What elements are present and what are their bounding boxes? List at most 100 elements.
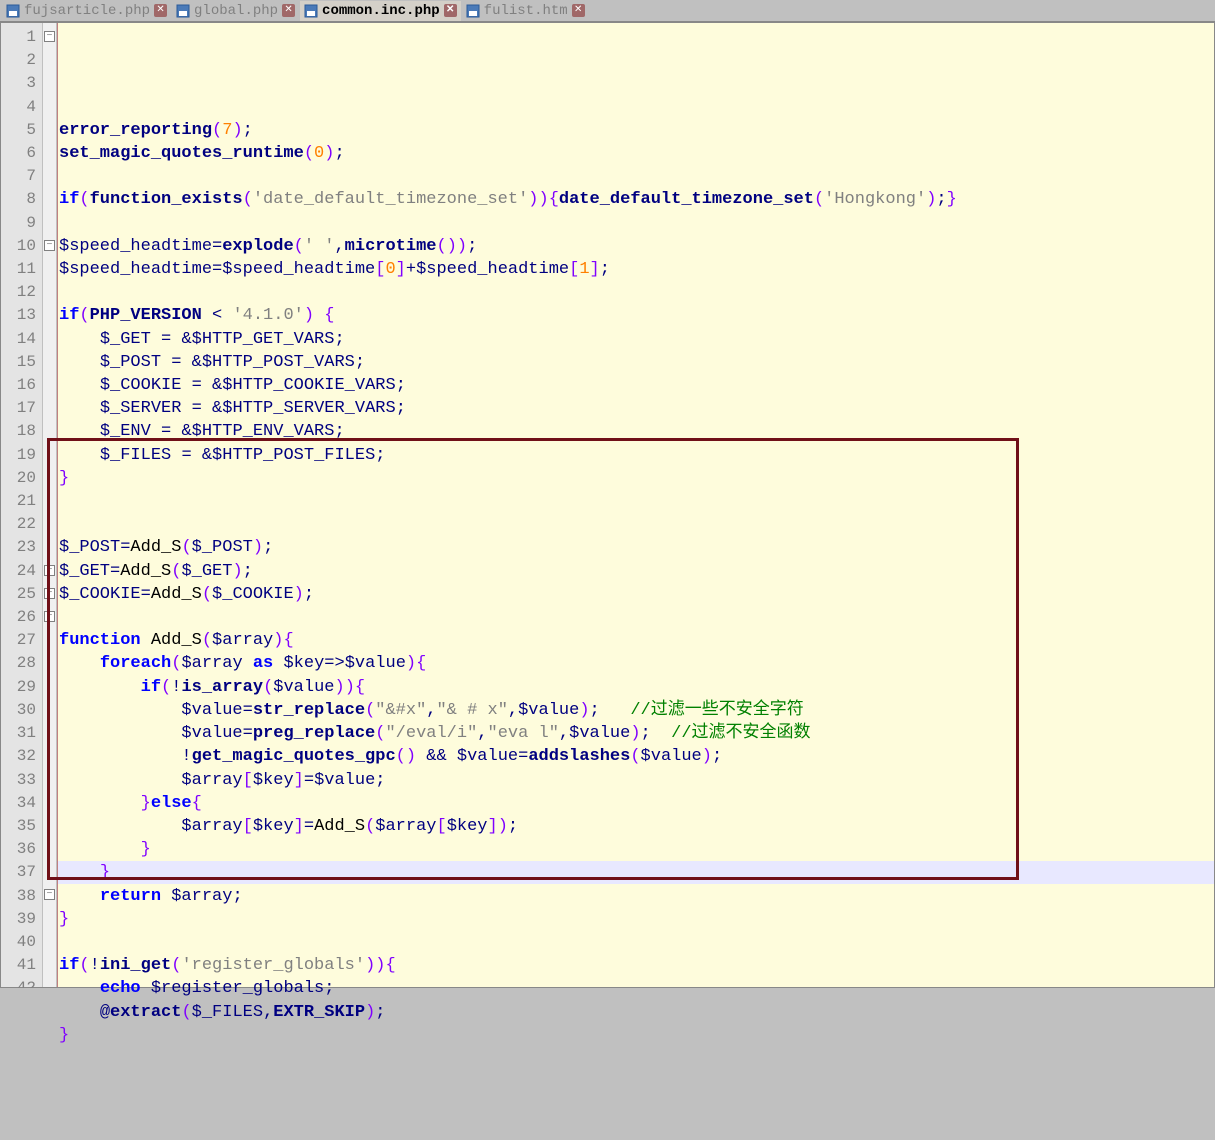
fold-toggle[interactable]: − — [44, 565, 55, 576]
line-number: 22 — [1, 513, 36, 536]
line-number: 36 — [1, 838, 36, 861]
code-line: $_GET=Add_S($_GET); — [59, 560, 1214, 583]
code-line: $value=preg_replace("/eval/i","eva l",$v… — [59, 722, 1214, 745]
line-number: 20 — [1, 467, 36, 490]
code-line: $_FILES = &$HTTP_POST_FILES; — [59, 444, 1214, 467]
line-number: 7 — [1, 165, 36, 188]
file-icon — [6, 4, 20, 18]
code-line: error_reporting(7); — [59, 119, 1214, 142]
close-icon[interactable]: ✕ — [444, 4, 457, 17]
margin-line — [57, 23, 58, 987]
editor: 1234567891011121314151617181920212223242… — [0, 22, 1215, 988]
line-number: 33 — [1, 769, 36, 792]
code-line — [59, 931, 1214, 954]
code-line: } — [59, 838, 1214, 861]
tab-label: fulist.htm — [484, 3, 568, 19]
close-icon[interactable]: ✕ — [572, 4, 585, 17]
line-number: 26 — [1, 606, 36, 629]
save-icon — [176, 4, 190, 18]
code-line: $_POST=Add_S($_POST); — [59, 536, 1214, 559]
line-number: 5 — [1, 119, 36, 142]
tab-global[interactable]: global.php ✕ — [172, 1, 299, 21]
code-line: $_SERVER = &$HTTP_SERVER_VARS; — [59, 397, 1214, 420]
code-line: $_COOKIE=Add_S($_COOKIE); — [59, 583, 1214, 606]
line-number: 35 — [1, 815, 36, 838]
code-line: @extract($_FILES,EXTR_SKIP); — [59, 1001, 1214, 1024]
code-line: if(!is_array($value)){ — [59, 676, 1214, 699]
code-line — [59, 1047, 1214, 1070]
line-number: 15 — [1, 351, 36, 374]
line-number: 24 — [1, 560, 36, 583]
code-line — [59, 490, 1214, 513]
line-number: 2 — [1, 49, 36, 72]
code-line: $_ENV = &$HTTP_ENV_VARS; — [59, 420, 1214, 443]
code-line: $array[$key]=$value; — [59, 769, 1214, 792]
code-line: if(function_exists('date_default_timezon… — [59, 188, 1214, 211]
code-line: } — [59, 1024, 1214, 1047]
close-icon[interactable]: ✕ — [154, 4, 167, 17]
code-area[interactable]: error_reporting(7);set_magic_quotes_runt… — [57, 23, 1214, 987]
line-number: 19 — [1, 444, 36, 467]
line-number: 34 — [1, 792, 36, 815]
code-line: echo $register_globals; — [59, 977, 1214, 1000]
code-line: !get_magic_quotes_gpc() && $value=addsla… — [59, 745, 1214, 768]
code-line: if(PHP_VERSION < '4.1.0') { — [59, 304, 1214, 327]
tab-fulist[interactable]: fulist.htm ✕ — [462, 1, 589, 21]
line-number: 37 — [1, 861, 36, 884]
code-line — [59, 165, 1214, 188]
fold-toggle[interactable]: − — [44, 611, 55, 622]
code-line: $speed_headtime=explode(' ',microtime())… — [59, 235, 1214, 258]
line-number: 11 — [1, 258, 36, 281]
line-number: 25 — [1, 583, 36, 606]
save-icon — [466, 4, 480, 18]
line-number: 6 — [1, 142, 36, 165]
line-number-gutter: 1234567891011121314151617181920212223242… — [1, 23, 43, 987]
line-number: 9 — [1, 212, 36, 235]
tab-bar: fujsarticle.php ✕ global.php ✕ common.in… — [0, 0, 1215, 22]
line-number: 8 — [1, 188, 36, 211]
code-line: } — [59, 861, 1214, 884]
code-line: $_COOKIE = &$HTTP_COOKIE_VARS; — [59, 374, 1214, 397]
code-line: } — [59, 908, 1214, 931]
line-number: 21 — [1, 490, 36, 513]
code-line: } — [59, 467, 1214, 490]
line-number: 16 — [1, 374, 36, 397]
code-line — [59, 212, 1214, 235]
close-icon[interactable]: ✕ — [282, 4, 295, 17]
line-number: 30 — [1, 699, 36, 722]
line-number: 23 — [1, 536, 36, 559]
code-line — [59, 281, 1214, 304]
save-icon — [304, 4, 318, 18]
line-number: 32 — [1, 745, 36, 768]
fold-toggle[interactable]: − — [44, 240, 55, 251]
line-number: 27 — [1, 629, 36, 652]
code-line: set_magic_quotes_runtime(0); — [59, 142, 1214, 165]
tab-common-inc[interactable]: common.inc.php ✕ — [300, 1, 461, 21]
line-number: 28 — [1, 652, 36, 675]
line-number: 13 — [1, 304, 36, 327]
line-number: 12 — [1, 281, 36, 304]
fold-toggle[interactable]: − — [44, 889, 55, 900]
fold-column: − − − − − − — [43, 23, 57, 987]
line-number: 40 — [1, 931, 36, 954]
code-lines: error_reporting(7);set_magic_quotes_runt… — [59, 119, 1214, 1070]
code-line — [59, 606, 1214, 629]
code-line: $array[$key]=Add_S($array[$key]); — [59, 815, 1214, 838]
line-number: 31 — [1, 722, 36, 745]
tab-fujsarticle[interactable]: fujsarticle.php ✕ — [2, 1, 171, 21]
line-number: 4 — [1, 96, 36, 119]
code-line: return $array; — [59, 885, 1214, 908]
tab-label: global.php — [194, 3, 278, 19]
code-line: }else{ — [59, 792, 1214, 815]
fold-toggle[interactable]: − — [44, 31, 55, 42]
line-number: 1 — [1, 26, 36, 49]
line-number: 29 — [1, 676, 36, 699]
code-line: $value=str_replace("&#x","& # x",$value)… — [59, 699, 1214, 722]
fold-toggle[interactable]: − — [44, 588, 55, 599]
tab-label: fujsarticle.php — [24, 3, 150, 19]
line-number: 3 — [1, 72, 36, 95]
code-line: $_POST = &$HTTP_POST_VARS; — [59, 351, 1214, 374]
code-line: $speed_headtime=$speed_headtime[0]+$spee… — [59, 258, 1214, 281]
code-line: if(!ini_get('register_globals')){ — [59, 954, 1214, 977]
line-number: 38 — [1, 885, 36, 908]
